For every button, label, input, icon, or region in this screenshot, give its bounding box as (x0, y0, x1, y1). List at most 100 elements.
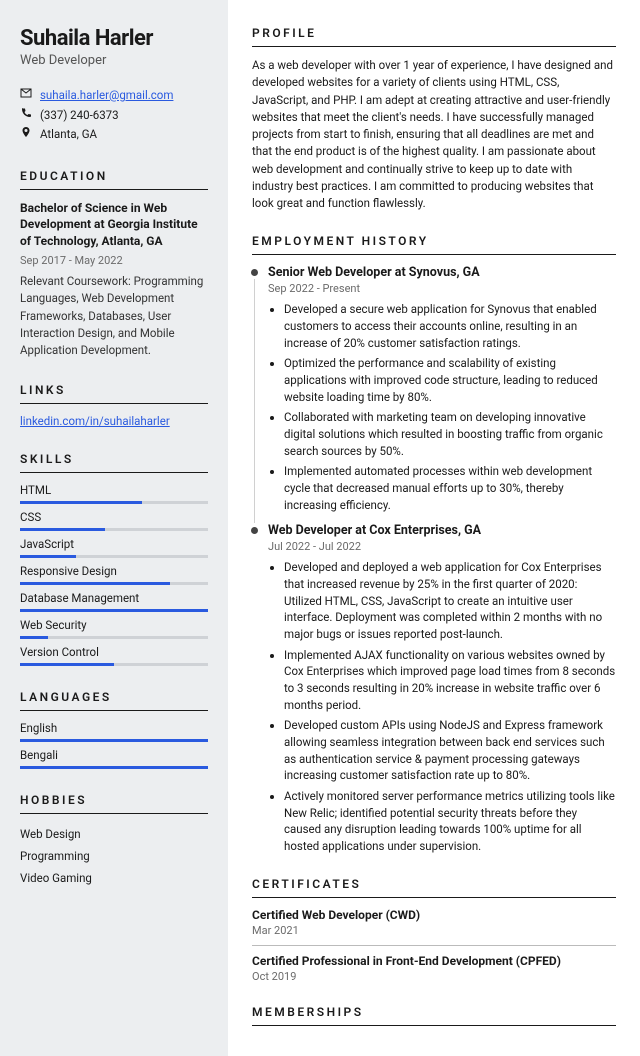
job-bullet: Optimized the performance and scalabilit… (284, 355, 616, 405)
contact-location: Atlanta, GA (40, 125, 97, 145)
section-rule (252, 1025, 616, 1026)
job-title: Senior Web Developer at Synovus, GA (268, 265, 616, 280)
skill-item: Version Control (20, 645, 208, 666)
certificate-title: Certified Professional in Front-End Deve… (252, 954, 616, 968)
section-title-languages: LANGUAGES (20, 690, 208, 704)
section-rule (20, 813, 208, 814)
skill-bar-fill (20, 663, 114, 666)
timeline-dot-icon (251, 269, 258, 276)
language-name: English (20, 721, 208, 735)
main-column: PROFILE As a web developer with over 1 y… (228, 0, 640, 1056)
certificate-date: Oct 2019 (252, 970, 616, 983)
timeline-line (254, 279, 255, 523)
section-rule (252, 254, 616, 255)
job-bullet: Developed a secure web application for S… (284, 301, 616, 351)
section-title-employment: EMPLOYMENT HISTORY (252, 234, 616, 248)
language-bar (20, 766, 208, 769)
language-bar-fill (20, 766, 208, 769)
job-title: Web Developer at Cox Enterprises, GA (268, 523, 616, 538)
map-pin-icon (20, 125, 32, 145)
skill-name: HTML (20, 483, 208, 497)
profile-body: As a web developer with over 1 year of e… (252, 57, 616, 212)
skill-item: Responsive Design (20, 564, 208, 585)
skill-name: CSS (20, 510, 208, 524)
skill-bar-fill (20, 555, 76, 558)
section-title-skills: SKILLS (20, 452, 208, 466)
timeline (252, 527, 260, 864)
section-rule (252, 897, 616, 898)
envelope-icon (20, 86, 32, 106)
timeline (252, 269, 260, 523)
skill-item: CSS (20, 510, 208, 531)
language-item: English (20, 721, 208, 742)
hobby-item: Programming (20, 846, 208, 868)
section-title-certificates: CERTIFICATES (252, 877, 616, 891)
contact-email[interactable]: suhaila.harler@gmail.com (40, 86, 173, 106)
contact-phone: (337) 240-6373 (40, 106, 119, 126)
timeline-dot-icon (251, 527, 258, 534)
sidebar: Suhaila Harler Web Developer suhaila.har… (0, 0, 228, 1056)
section-rule (20, 403, 208, 404)
skill-bar (20, 582, 208, 585)
section-title-hobbies: HOBBIES (20, 793, 208, 807)
section-title-profile: PROFILE (252, 26, 616, 40)
certificate-entry: Certified Web Developer (CWD) Mar 2021 (252, 908, 616, 937)
skill-bar-fill (20, 528, 105, 531)
hobby-item: Web Design (20, 824, 208, 846)
job-bullets: Developed and deployed a web application… (268, 559, 616, 854)
contact-phone-row: (337) 240-6373 (20, 106, 208, 126)
language-bar-fill (20, 739, 208, 742)
language-name: Bengali (20, 748, 208, 762)
skill-bar (20, 528, 208, 531)
contact-email-row: suhaila.harler@gmail.com (20, 86, 208, 106)
education-degree: Bachelor of Science in Web Development a… (20, 200, 208, 250)
education-dates: Sep 2017 - May 2022 (20, 254, 208, 267)
skill-item: HTML (20, 483, 208, 504)
skill-bar-fill (20, 609, 208, 612)
hobby-item: Video Gaming (20, 868, 208, 890)
job-entry: Senior Web Developer at Synovus, GA Sep 2… (252, 265, 616, 513)
contact-block: suhaila.harler@gmail.com (337) 240-6373 … (20, 86, 208, 145)
skill-bar (20, 609, 208, 612)
phone-icon (20, 106, 32, 126)
language-bar (20, 739, 208, 742)
section-title-links: LINKS (20, 383, 208, 397)
skill-bar-fill (20, 636, 48, 639)
skill-name: Database Management (20, 591, 208, 605)
job-bullet: Implemented AJAX functionality on variou… (284, 647, 616, 714)
section-rule (20, 472, 208, 473)
job-dates: Sep 2022 - Present (268, 282, 616, 295)
skill-bar-fill (20, 582, 170, 585)
job-dates: Jul 2022 - Jul 2022 (268, 540, 616, 553)
certificate-entry: Certified Professional in Front-End Deve… (252, 954, 616, 983)
skill-bar (20, 636, 208, 639)
section-title-memberships: MEMBERSHIPS (252, 1005, 616, 1019)
skill-bar (20, 555, 208, 558)
skill-bar (20, 663, 208, 666)
link-item: linkedin.com/in/suhailaharler (20, 414, 208, 428)
profile-link[interactable]: linkedin.com/in/suhailaharler (20, 414, 170, 428)
person-role: Web Developer (20, 53, 208, 68)
skill-item: Web Security (20, 618, 208, 639)
skill-item: JavaScript (20, 537, 208, 558)
resume-page: Suhaila Harler Web Developer suhaila.har… (0, 0, 640, 1056)
section-rule (252, 46, 616, 47)
certificate-date: Mar 2021 (252, 924, 616, 937)
job-bullet: Collaborated with marketing team on deve… (284, 409, 616, 459)
job-bullets: Developed a secure web application for S… (268, 301, 616, 513)
skill-name: Web Security (20, 618, 208, 632)
job-bullet: Implemented automated processes within w… (284, 463, 616, 513)
skill-bar (20, 501, 208, 504)
person-name: Suhaila Harler (20, 26, 208, 51)
skill-name: JavaScript (20, 537, 208, 551)
certificate-divider (252, 945, 616, 946)
section-rule (20, 189, 208, 190)
job-bullet: Developed custom APIs using NodeJS and E… (284, 717, 616, 784)
certificate-title: Certified Web Developer (CWD) (252, 908, 616, 922)
job-bullet: Actively monitored server performance me… (284, 788, 616, 855)
skill-name: Version Control (20, 645, 208, 659)
language-item: Bengali (20, 748, 208, 769)
job-bullet: Developed and deployed a web application… (284, 559, 616, 642)
skill-bar-fill (20, 501, 142, 504)
skill-item: Database Management (20, 591, 208, 612)
